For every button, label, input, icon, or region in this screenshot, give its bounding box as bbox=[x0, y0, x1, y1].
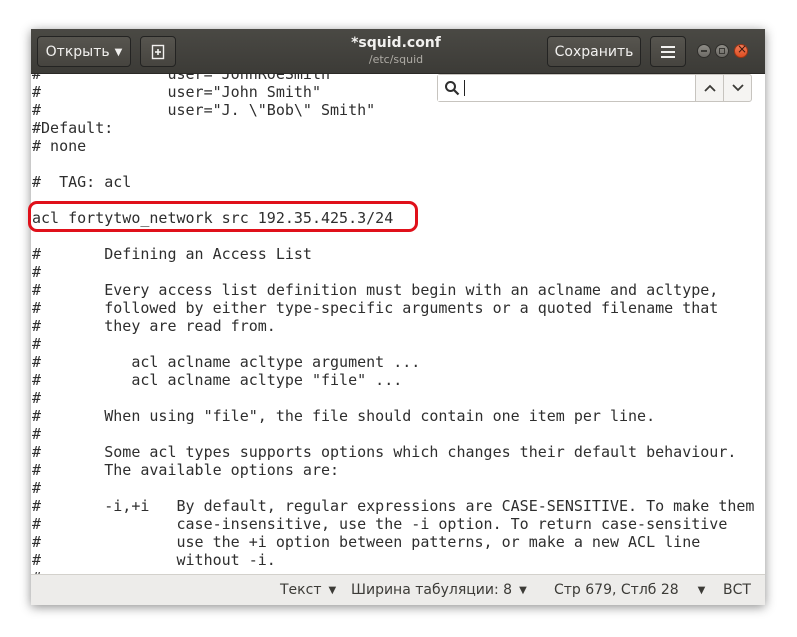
dropdown-arrow-icon: ▼ bbox=[519, 585, 527, 596]
syntax-label: Текст bbox=[280, 582, 322, 598]
code-line: # bbox=[32, 479, 42, 497]
search-next-button[interactable] bbox=[724, 75, 751, 101]
cursor-position-label: Стр 679, Стлб 28 bbox=[554, 582, 679, 598]
hamburger-menu-icon bbox=[661, 46, 675, 58]
maximize-button[interactable] bbox=[715, 44, 729, 58]
header-bar: Открыть ▼ *squid.conf /etc/squid Сохранит… bbox=[31, 29, 765, 74]
window-subtitle: /etc/squid bbox=[368, 53, 424, 66]
code-line: # acl aclname acltype "file" ... bbox=[32, 371, 403, 389]
dropdown-arrow-icon: ▼ bbox=[328, 585, 337, 596]
code-line: # user="John Smith" bbox=[32, 83, 321, 101]
gedit-window: Открыть ▼ *squid.conf /etc/squid Сохранит… bbox=[31, 29, 765, 605]
new-document-icon bbox=[151, 44, 165, 60]
search-bar bbox=[437, 74, 752, 102]
code-line: # bbox=[32, 389, 42, 407]
code-line: #Default: bbox=[32, 119, 114, 137]
dropdown-arrow-icon: ▼ bbox=[697, 585, 706, 596]
code-line: # user="J. \"Bob\" Smith" bbox=[32, 101, 376, 119]
search-previous-button[interactable] bbox=[696, 75, 724, 101]
open-button[interactable]: Открыть ▼ bbox=[37, 36, 131, 67]
code-line: # Defining an Access List bbox=[32, 245, 312, 263]
code-line: # user="JohnRoeSmith" bbox=[32, 74, 340, 83]
code-line: # none bbox=[32, 137, 87, 155]
cursor-position-selector[interactable]: Стр 679, Стлб 28 ▼ bbox=[554, 575, 705, 605]
code-line: # -i,+i By default, regular expressions … bbox=[32, 497, 755, 515]
code-line: # acl aclname acltype argument ... bbox=[32, 353, 421, 371]
chevron-down-icon bbox=[731, 83, 744, 91]
text-editor-area[interactable]: # user="JohnRoeSmith" # user="John Smith… bbox=[31, 74, 765, 574]
code-line: # bbox=[32, 425, 42, 443]
code-line: # without -i. bbox=[32, 551, 276, 569]
new-document-button[interactable] bbox=[140, 36, 176, 67]
code-line: # bbox=[32, 335, 42, 353]
menu-button[interactable] bbox=[650, 36, 686, 67]
acl-line-highlight bbox=[28, 201, 418, 232]
code-line: # The available options are: bbox=[32, 461, 340, 479]
tab-width-label: Ширина табуляции: 8 bbox=[351, 582, 513, 598]
code-line: # use the +i option between patterns, or… bbox=[32, 533, 701, 551]
code-line: # Some acl types supports options which … bbox=[32, 443, 737, 461]
text-caret bbox=[464, 80, 465, 96]
dropdown-arrow-icon: ▼ bbox=[114, 47, 123, 58]
insert-mode-indicator: ВСТ bbox=[723, 582, 751, 598]
syntax-selector[interactable]: Текст ▼ bbox=[280, 575, 336, 605]
window-title: *squid.conf bbox=[351, 35, 441, 51]
code-line: # bbox=[32, 263, 42, 281]
tab-width-selector[interactable]: Ширина табуляции: 8 ▼ bbox=[351, 575, 527, 605]
code-line: # they are read from. bbox=[32, 317, 276, 335]
code-line: # followed by either type-specific argum… bbox=[32, 299, 719, 317]
code-line: # Every access list definition must begi… bbox=[32, 281, 719, 299]
minimize-button[interactable] bbox=[697, 44, 711, 58]
code-line: # When using "file", the file should con… bbox=[32, 407, 656, 425]
save-button[interactable]: Сохранить bbox=[547, 36, 641, 67]
search-input[interactable] bbox=[438, 75, 696, 101]
status-bar: Текст ▼ Ширина табуляции: 8 ▼ Стр 679, Стл… bbox=[31, 574, 765, 605]
search-icon bbox=[445, 81, 460, 96]
code-line: # case-insensitive, use the -i option. T… bbox=[32, 515, 728, 533]
open-button-label: Открыть bbox=[45, 44, 110, 60]
chevron-up-icon bbox=[703, 84, 716, 92]
window-title-block: *squid.conf /etc/squid bbox=[271, 35, 521, 67]
code-line: # TAG: acl bbox=[32, 173, 132, 191]
close-button[interactable] bbox=[734, 42, 748, 58]
